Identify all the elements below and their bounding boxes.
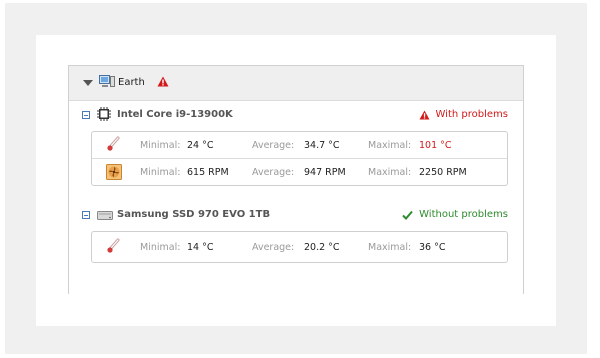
sensor-row-temperature[interactable]: Minimal: 14 °C Average: 20.2 °C Maximal:… — [92, 232, 507, 262]
collapse-toggle-icon[interactable] — [82, 111, 90, 119]
minimal-value: 24 °C — [187, 140, 214, 151]
average-value: 34.7 °C — [304, 140, 340, 151]
content-card: Earth Intel Core i9-13900K With problems… — [36, 35, 556, 326]
average-label: Average: — [252, 242, 295, 253]
sensor-panel: Earth Intel Core i9-13900K With problems… — [68, 65, 524, 294]
checkmark-icon — [402, 210, 413, 220]
minimal-value: 615 RPM — [187, 167, 229, 178]
average-label: Average: — [252, 140, 295, 151]
warning-icon — [419, 110, 430, 119]
status-text: With problems — [435, 109, 508, 120]
average-label: Average: — [252, 167, 295, 178]
maximal-label: Maximal: — [368, 242, 412, 253]
sensor-row-fan[interactable]: Minimal: 615 RPM Average: 947 RPM Maxima… — [92, 158, 507, 185]
average-value: 947 RPM — [304, 167, 346, 178]
device-name: Intel Core i9-13900K — [117, 109, 233, 120]
sensor-list: Minimal: 24 °C Average: 34.7 °C Maximal:… — [91, 131, 508, 186]
sensor-row-temperature[interactable]: Minimal: 24 °C Average: 34.7 °C Maximal:… — [92, 132, 507, 158]
average-value: 20.2 °C — [304, 242, 340, 253]
cpu-icon — [97, 107, 111, 121]
collapse-triangle-icon[interactable] — [83, 80, 93, 86]
computer-icon — [99, 75, 115, 87]
warning-icon — [157, 76, 169, 87]
sensor-list: Minimal: 14 °C Average: 20.2 °C Maximal:… — [91, 231, 508, 263]
minimal-label: Minimal: — [140, 242, 181, 253]
fan-icon — [106, 164, 122, 180]
status-text: Without problems — [419, 209, 508, 220]
device-status: Without problems — [402, 209, 508, 220]
minimal-label: Minimal: — [140, 140, 181, 151]
drive-icon — [97, 211, 113, 220]
maximal-label: Maximal: — [368, 140, 412, 151]
minimal-label: Minimal: — [140, 167, 181, 178]
device-name: Samsung SSD 970 EVO 1TB — [117, 209, 271, 220]
thermometer-icon — [107, 136, 120, 151]
collapse-toggle-icon[interactable] — [82, 211, 90, 219]
maximal-value: 2250 RPM — [419, 167, 467, 178]
root-node-label: Earth — [118, 77, 145, 88]
device-status: With problems — [419, 109, 508, 120]
thermometer-icon — [107, 238, 120, 253]
maximal-value: 101 °C — [419, 140, 452, 151]
minimal-value: 14 °C — [187, 242, 214, 253]
maximal-label: Maximal: — [368, 167, 412, 178]
tree-header-earth[interactable]: Earth — [69, 66, 523, 101]
maximal-value: 36 °C — [419, 242, 446, 253]
